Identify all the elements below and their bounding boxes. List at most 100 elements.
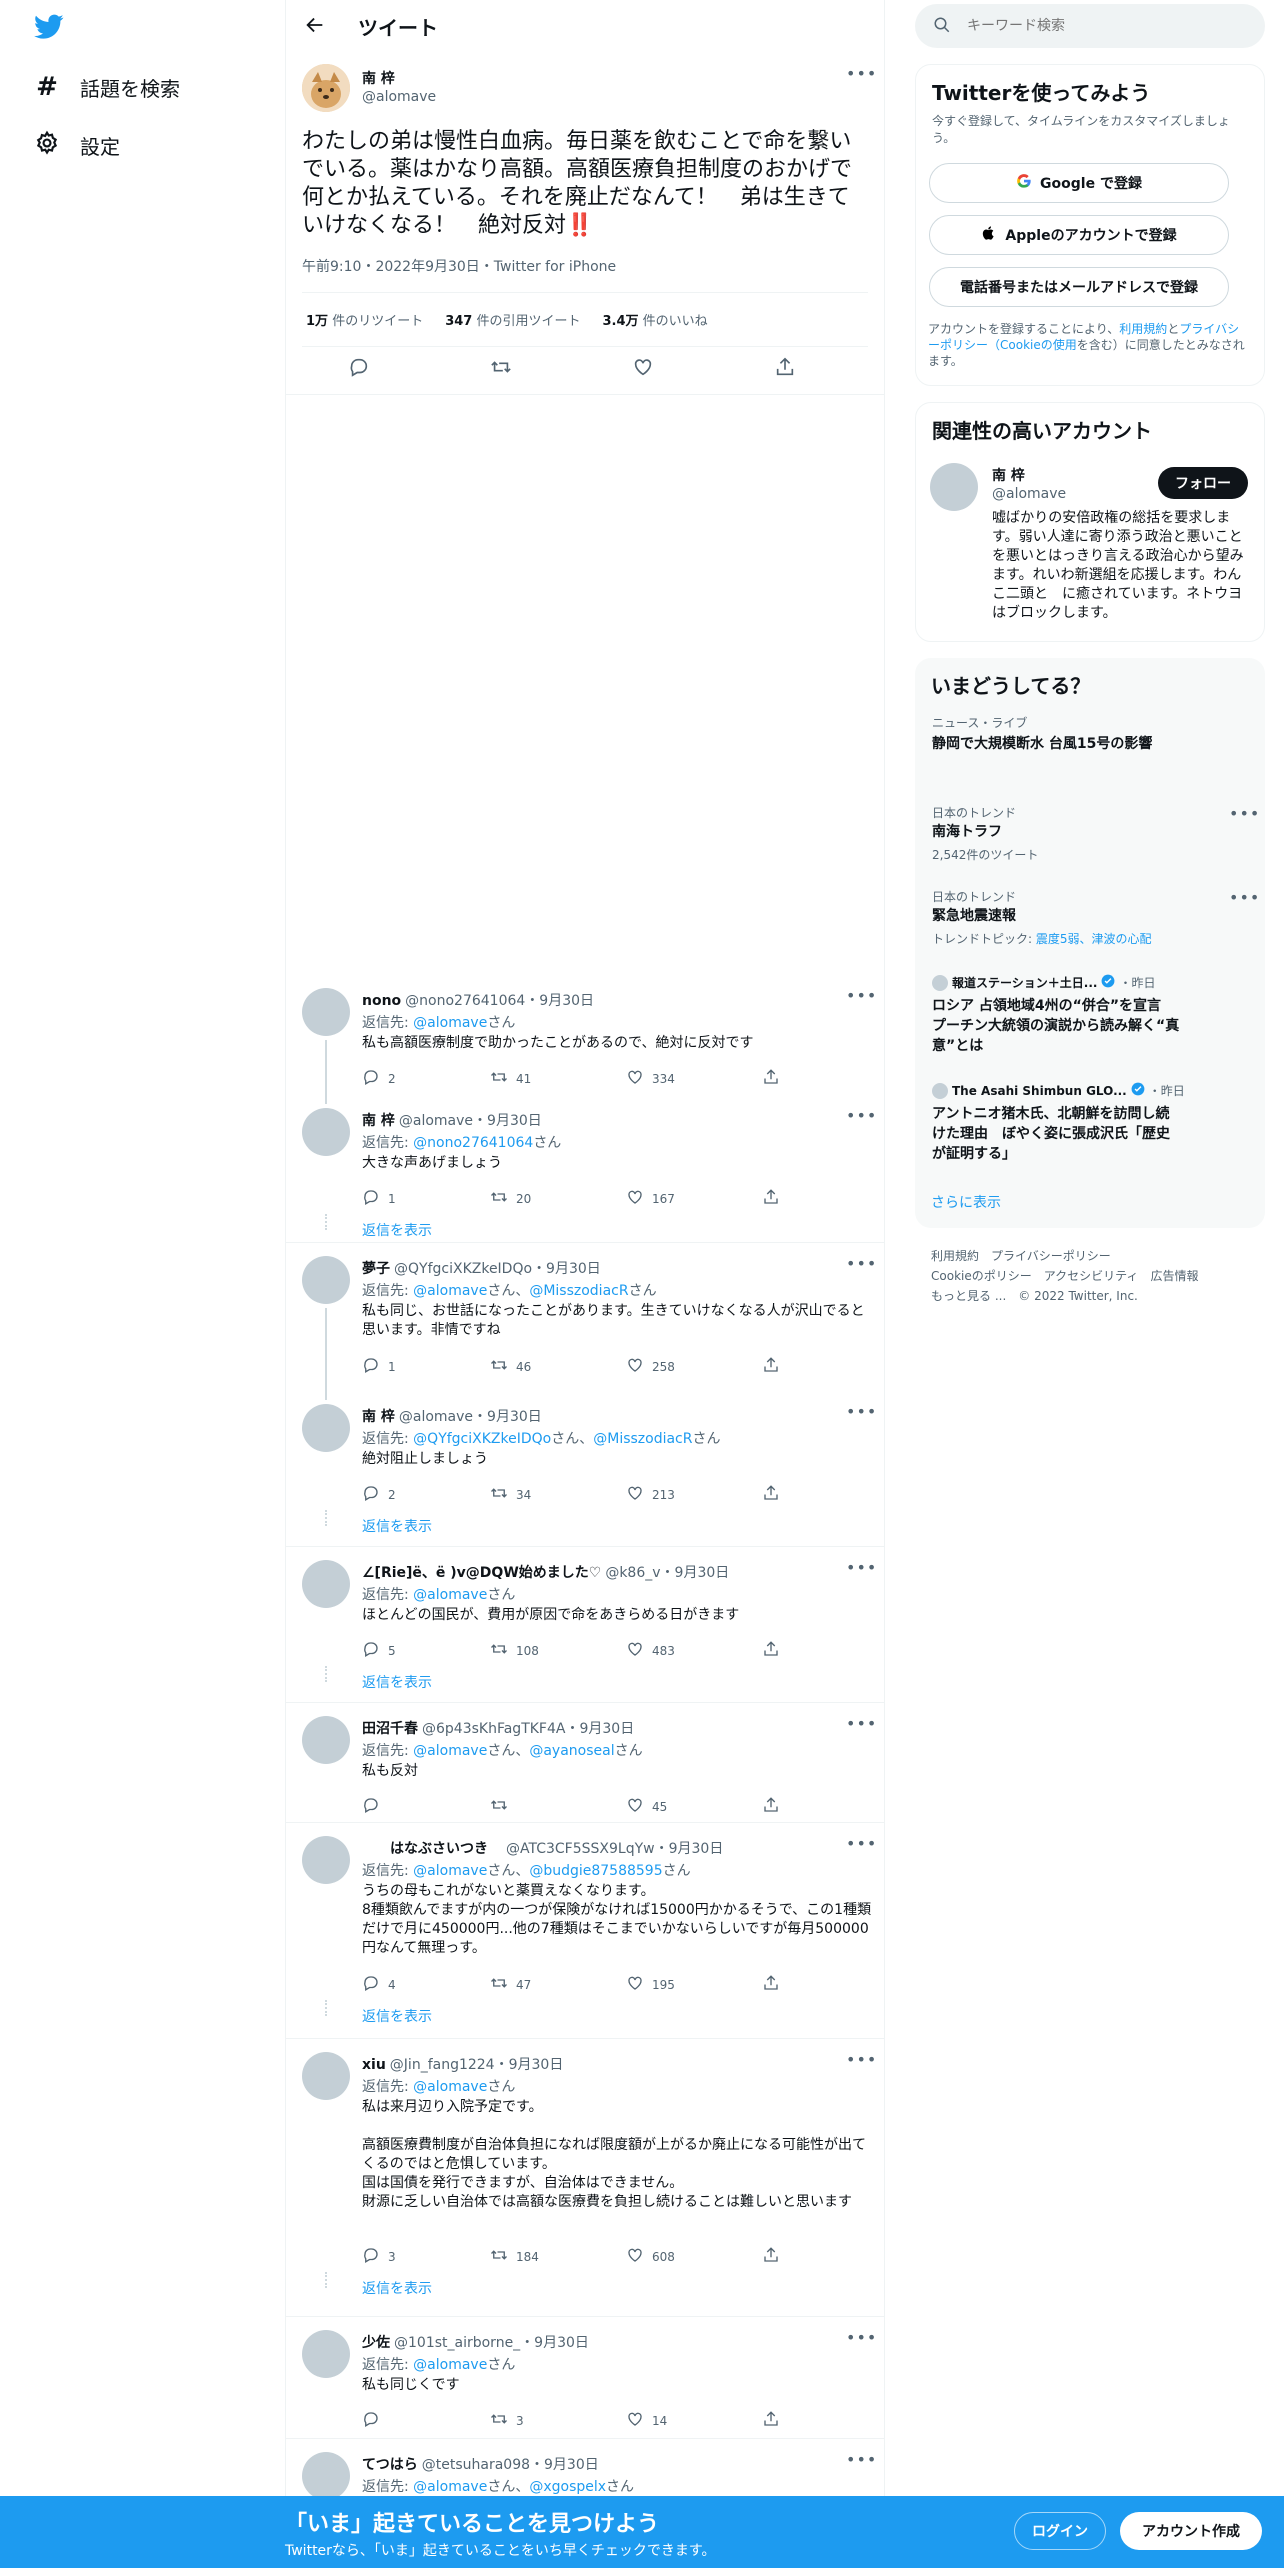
footer-ads[interactable]: 広告情報	[1150, 1269, 1198, 1283]
reply-icon-action[interactable]: 3	[362, 2246, 396, 2267]
reply-date[interactable]: ・9月30日	[532, 1261, 601, 1277]
reply-to-mention[interactable]: @alomave	[413, 2079, 487, 2095]
reply-to-mention[interactable]: @nono27641064	[413, 1135, 533, 1151]
search-box[interactable]	[915, 4, 1265, 48]
avatar[interactable]	[302, 64, 350, 112]
like-count[interactable]: 3.4万 件のいいね	[603, 310, 708, 329]
reply-author-handle[interactable]: @alomave	[399, 1409, 473, 1425]
share-icon-action[interactable]	[762, 1640, 780, 1661]
avatar[interactable]	[302, 1836, 350, 1884]
reply-item[interactable]	[286, 2330, 884, 2331]
reply-author[interactable]: 田沼千春 @6p43sKhFagTKF4A・9月30日	[362, 1718, 634, 1738]
show-replies-link[interactable]: 返信を表示	[362, 1220, 432, 1240]
trend-topic-link[interactable]: 震度5弱、津波の心配	[1036, 932, 1152, 946]
reply-author[interactable]: 南 梓 @alomave・9月30日	[362, 1406, 542, 1426]
reply-author-handle[interactable]: @nono27641064	[405, 993, 525, 1009]
footer-cookie[interactable]: Cookieのポリシー	[931, 1269, 1032, 1283]
reply-date[interactable]: ・9月30日	[530, 2457, 599, 2473]
reply-item[interactable]	[286, 1716, 884, 1717]
trend-item[interactable]: ニュース・ライブ 静岡で大規模断水 台風15号の影響	[915, 714, 1265, 794]
show-replies-link[interactable]: 返信を表示	[362, 2278, 432, 2298]
reply-to-mention[interactable]: @xgospelx	[529, 2479, 606, 2495]
reply-item[interactable]	[286, 1836, 884, 1837]
retweet-icon-action[interactable]: 34	[490, 1484, 531, 1505]
reply-author[interactable]: ∠[Rie]ё、ё )v@DQW始めました♡ @k86_v・9月30日	[362, 1562, 729, 1582]
more-icon[interactable]: •••	[846, 2450, 877, 2469]
reply-item[interactable]	[286, 2052, 884, 2053]
reply-author[interactable]: てつはら @tetsuhara098・9月30日	[362, 2454, 599, 2474]
share-icon-action[interactable]	[762, 1188, 780, 1209]
reply-date[interactable]: ・9月30日	[565, 1721, 634, 1737]
reply-author[interactable]: 少佐 @101st_airborne_・9月30日	[362, 2332, 589, 2352]
share-icon-action[interactable]	[762, 1356, 780, 1377]
reply-icon-action[interactable]: 2	[362, 1068, 396, 1089]
reply-date[interactable]: ・9月30日	[525, 993, 594, 1009]
reply-author[interactable]: 南 梓 @alomave・9月30日	[362, 1110, 542, 1130]
reply-item[interactable]	[286, 1560, 884, 1561]
reply-item[interactable]	[286, 988, 884, 989]
reply-icon-action[interactable]: 4	[362, 1974, 396, 1995]
share-icon[interactable]	[774, 356, 796, 382]
footer-terms[interactable]: 利用規約	[931, 1249, 979, 1263]
reply-author-name[interactable]: はなぶさいつき	[362, 1841, 502, 1857]
avatar[interactable]	[302, 1256, 350, 1304]
more-icon[interactable]: •••	[846, 64, 877, 83]
more-icon[interactable]: •••	[1229, 888, 1260, 907]
avatar[interactable]	[302, 2452, 350, 2500]
google-signup-button[interactable]: Google で登録	[929, 163, 1229, 203]
like-icon-action[interactable]: 14	[626, 2410, 667, 2431]
reply-author-name[interactable]: てつはら	[362, 2457, 418, 2473]
reply-icon-action[interactable]: 5	[362, 1640, 396, 1661]
retweet-icon-action[interactable]: 20	[490, 1188, 531, 1209]
more-icon[interactable]: •••	[846, 1558, 877, 1577]
reply-author[interactable]: xiu @Jin_fang1224・9月30日	[362, 2054, 563, 2074]
share-icon-action[interactable]	[762, 1484, 780, 1505]
reply-date[interactable]: ・9月30日	[661, 1565, 730, 1581]
reply-item[interactable]	[286, 1256, 884, 1257]
more-icon[interactable]: •••	[846, 1402, 877, 1421]
reply-author-handle[interactable]: @6p43sKhFagTKF4A	[422, 1721, 565, 1737]
like-icon[interactable]	[632, 356, 654, 382]
related-handle[interactable]: @alomave	[992, 486, 1066, 502]
reply-author-handle[interactable]: @k86_v	[605, 1565, 660, 1581]
reply-author-handle[interactable]: @ATC3CF5SSX9LqYw	[506, 1841, 655, 1857]
reply-icon-action[interactable]	[362, 2410, 388, 2431]
reply-author[interactable]: はなぶさいつき @ATC3CF5SSX9LqYw・9月30日	[362, 1838, 723, 1858]
more-icon[interactable]: •••	[846, 2328, 877, 2347]
related-name[interactable]: 南 梓	[992, 465, 1025, 485]
quote-count[interactable]: 347 件の引用ツイート	[445, 310, 580, 329]
reply-author-handle[interactable]: @101st_airborne_	[394, 2335, 520, 2351]
reply-to-mention[interactable]: @MisszodiacR	[593, 1431, 692, 1447]
share-icon-action[interactable]	[762, 2410, 780, 2431]
news-item[interactable]: The Asahi Shimbun GLO... ・昨日 アントニオ猪木氏、北朝…	[915, 1082, 1265, 1182]
more-icon[interactable]: •••	[846, 986, 877, 1005]
follow-button[interactable]: フォロー	[1158, 467, 1248, 499]
like-icon-action[interactable]: 167	[626, 1188, 675, 1209]
retweet-icon-action[interactable]: 47	[490, 1974, 531, 1995]
more-icon[interactable]: •••	[846, 1834, 877, 1853]
avatar[interactable]	[302, 1108, 350, 1156]
retweet-icon-action[interactable]	[490, 1796, 516, 1817]
footer-privacy[interactable]: プライバシーポリシー	[991, 1249, 1111, 1263]
more-icon[interactable]: •••	[846, 1254, 877, 1273]
reply-to-mention[interactable]: @MisszodiacR	[529, 1283, 628, 1299]
show-replies-link[interactable]: 返信を表示	[362, 1516, 432, 1536]
trend-item[interactable]: 日本のトレンド 緊急地震速報 トレンドトピック: 震度5弱、津波の心配 •••	[915, 888, 1265, 962]
like-icon-action[interactable]: 483	[626, 1640, 675, 1661]
reply-to-mention[interactable]: @alomave	[413, 1743, 487, 1759]
reply-icon[interactable]	[348, 356, 370, 382]
reply-item[interactable]	[286, 1108, 884, 1109]
related-avatar[interactable]	[930, 463, 978, 511]
reply-to-mention[interactable]: @alomave	[413, 1863, 487, 1879]
retweet-icon-action[interactable]: 108	[490, 1640, 539, 1661]
reply-to-mention[interactable]: @alomave	[413, 1283, 487, 1299]
reply-author-name[interactable]: 少佐	[362, 2335, 390, 2351]
login-button[interactable]: ログイン	[1014, 2512, 1106, 2550]
like-icon-action[interactable]: 258	[626, 1356, 675, 1377]
reply-icon-action[interactable]	[362, 1796, 388, 1817]
reply-to-mention[interactable]: @alomave	[413, 1015, 487, 1031]
reply-date[interactable]: ・9月30日	[520, 2335, 589, 2351]
share-icon-action[interactable]	[762, 1068, 780, 1089]
more-icon[interactable]: •••	[1229, 804, 1260, 823]
reply-date[interactable]: ・9月30日	[655, 1841, 724, 1857]
